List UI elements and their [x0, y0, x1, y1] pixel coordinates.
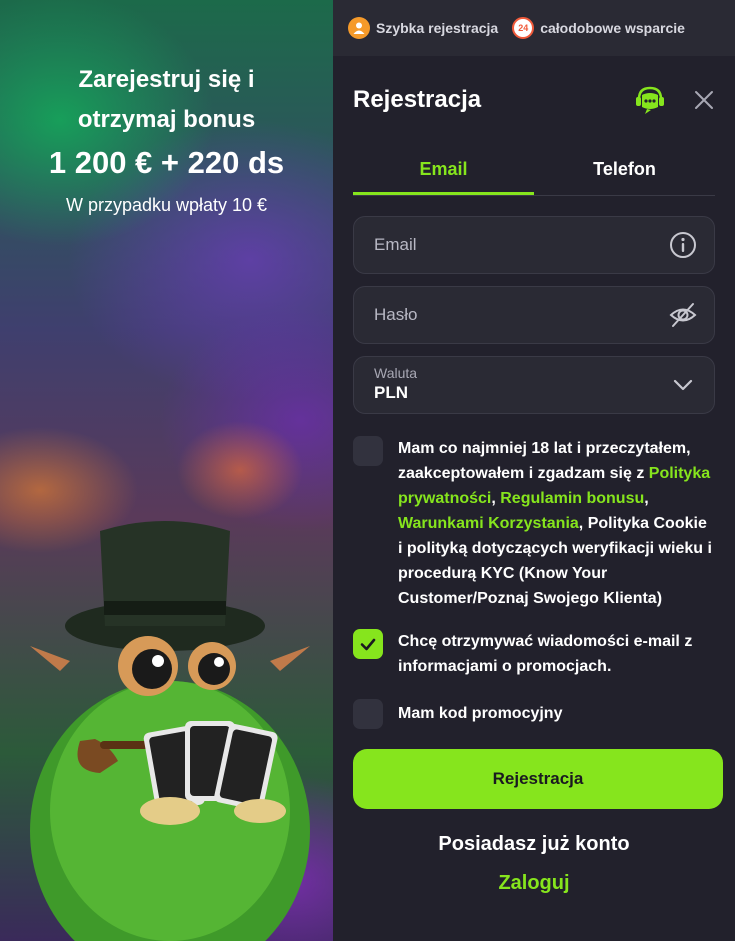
info-icon[interactable]	[668, 230, 698, 260]
terms-separator-2: ,	[644, 490, 649, 507]
password-field	[353, 286, 715, 344]
mascot-illustration	[30, 521, 310, 941]
promo-banner: Zarejestruj się i otrzymaj bonus 1 200 €…	[0, 0, 333, 941]
promo-deposit-note: W przypadku wpłaty 10 €	[65, 195, 268, 215]
login-link[interactable]: Zaloguj	[333, 872, 735, 895]
email-field	[353, 216, 715, 274]
registration-panel: Szybka rejestracja 24 całodobowe wsparci…	[333, 0, 735, 941]
terms-of-use-link[interactable]: Warunkami Korzystania	[398, 515, 579, 532]
auth-method-tabs: Email Telefon	[353, 144, 715, 196]
support-24-icon: 24	[512, 17, 535, 39]
user-icon	[348, 17, 370, 39]
tab-phone[interactable]: Telefon	[534, 144, 715, 195]
bonus-terms-link[interactable]: Regulamin bonusu	[500, 490, 644, 507]
tab-email[interactable]: Email	[353, 144, 534, 195]
top-bar: Szybka rejestracja 24 całodobowe wsparci…	[333, 0, 735, 56]
newsletter-text: Chcę otrzymywać wiadomości e-mail z info…	[398, 633, 693, 675]
promo-code-row: Mam kod promocyjny	[353, 699, 715, 729]
email-input[interactable]	[374, 235, 668, 255]
terms-consent-row: Mam co najmniej 18 lat i przeczytałem, z…	[353, 436, 715, 611]
check-icon	[360, 638, 376, 651]
currency-select-content: Waluta PLN	[374, 365, 668, 405]
newsletter-checkbox[interactable]	[353, 629, 383, 659]
promo-headline-2: otrzymaj bonus	[77, 106, 256, 133]
terms-checkbox[interactable]	[353, 436, 383, 466]
currency-label: Waluta	[374, 365, 418, 381]
terms-separator-1: ,	[491, 490, 501, 507]
promo-code-checkbox[interactable]	[353, 699, 383, 729]
eye-off-icon[interactable]	[668, 300, 698, 330]
form-header: Rejestracja	[333, 56, 735, 144]
quick-registration-link[interactable]: Szybka rejestracja	[348, 17, 498, 39]
support-label: całodobowe wsparcie	[540, 20, 685, 36]
promo-bonus-amount: 1 200 € + 220 ds	[48, 145, 285, 180]
chat-support-icon[interactable]	[633, 83, 667, 117]
close-icon[interactable]	[693, 89, 715, 111]
support-link[interactable]: 24 całodobowe wsparcie	[512, 17, 685, 39]
currency-select[interactable]: Waluta PLN	[353, 356, 715, 414]
newsletter-consent-row: Chcę otrzymywać wiadomości e-mail z info…	[353, 629, 715, 679]
password-input[interactable]	[374, 305, 668, 325]
chevron-down-icon	[673, 379, 693, 391]
have-account-text: Posiadasz już konto	[438, 833, 630, 855]
register-button[interactable]: Rejestracja	[353, 749, 723, 809]
promo-code-text: Mam kod promocyjny	[398, 705, 563, 722]
terms-text: Mam co najmniej 18 lat i przeczytałem, z…	[398, 436, 715, 611]
terms-text-part1: Mam co najmniej 18 lat i przeczytałem, z…	[398, 440, 691, 482]
currency-value: PLN	[374, 383, 408, 402]
promo-headline-1: Zarejestruj się i	[78, 66, 255, 93]
quick-registration-label: Szybka rejestracja	[376, 20, 499, 36]
form-title: Rejestracja	[353, 86, 482, 113]
promo-text: Zarejestruj się i otrzymaj bonus 1 200 €…	[0, 60, 333, 220]
